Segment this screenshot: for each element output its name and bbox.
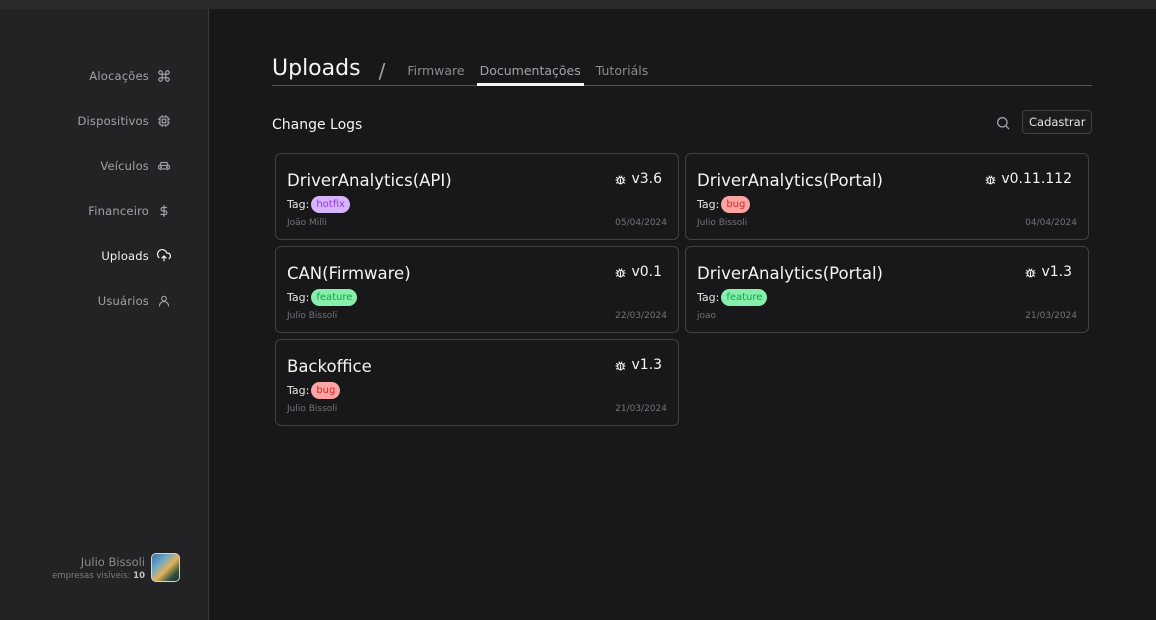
- avatar[interactable]: [151, 553, 180, 582]
- user-name: Julio Bissoli: [80, 554, 145, 569]
- sidebar-nav: Alocações Dispositivos Veículos Financei…: [77, 53, 171, 323]
- card-author: joao: [697, 311, 717, 321]
- dollar-icon: [160, 204, 168, 217]
- card-tag: Tag: bug: [697, 196, 751, 213]
- tag-badge: bug: [721, 196, 751, 213]
- bug-icon: [616, 360, 626, 370]
- breadcrumb-separator: /: [378, 59, 386, 83]
- sidebar-item-label: Dispositivos: [77, 113, 149, 128]
- card-date: 04/04/2024: [1025, 218, 1077, 228]
- card-tag-label: Tag:: [697, 291, 720, 304]
- card-tag-label: Tag:: [697, 198, 720, 211]
- card-title: DriverAnalytics(API): [287, 171, 452, 190]
- tab-firmware[interactable]: Firmware: [404, 63, 467, 86]
- card-author: Julio Bissoli: [697, 218, 748, 228]
- bug-icon: [616, 174, 626, 184]
- changelog-card[interactable]: DriverAnalytics(Portal) v1.3 Tag: featur…: [685, 246, 1089, 333]
- card-title: Backoffice: [287, 357, 372, 376]
- user-companies: empresas visíveis: 10: [52, 571, 145, 581]
- chip-icon: [158, 114, 170, 127]
- card-tag: Tag: feature: [287, 289, 358, 306]
- card-tag: Tag: bug: [287, 382, 341, 399]
- tag-badge: feature: [311, 289, 358, 306]
- bug-icon: [616, 267, 626, 277]
- card-version-text: v3.6: [631, 171, 662, 187]
- card-author: Julio Bissoli: [287, 404, 338, 414]
- tab-documentacoes[interactable]: Documentações: [476, 63, 584, 86]
- card-version-text: v0.1: [631, 264, 662, 280]
- user-profile[interactable]: Julio Bissoli empresas visíveis: 10: [40, 553, 180, 582]
- changelog-cards: DriverAnalytics(API) v3.6 Tag: hotfix Jo…: [275, 153, 1089, 426]
- page-title: Uploads: [272, 56, 361, 81]
- sidebar-item-alocacoes[interactable]: Alocações: [77, 53, 171, 98]
- card-title: DriverAnalytics(Portal): [697, 171, 883, 190]
- card-date: 22/03/2024: [615, 311, 667, 321]
- user-icon: [158, 295, 170, 306]
- card-date: 21/03/2024: [615, 404, 667, 414]
- page-header: Uploads / Firmware Documentações Tutoriá…: [272, 54, 1092, 86]
- section-title: Change Logs: [272, 117, 363, 133]
- bug-icon: [985, 174, 996, 184]
- card-version-text: v0.11.112: [1001, 171, 1072, 187]
- sidebar-item-uploads[interactable]: Uploads: [77, 233, 171, 278]
- user-info: Julio Bissoli empresas visíveis: 10: [52, 555, 145, 581]
- sidebar-item-usuarios[interactable]: Usuários: [77, 278, 171, 323]
- sidebar-item-label: Veículos: [100, 158, 149, 173]
- card-version-text: v1.3: [1041, 264, 1072, 280]
- card-author: Julio Bissoli: [287, 311, 338, 321]
- changelog-card[interactable]: Backoffice v1.3 Tag: bug Julio Bissoli 2…: [275, 339, 679, 426]
- command-icon: [158, 69, 170, 82]
- sidebar-item-label: Uploads: [101, 248, 149, 263]
- card-version: v0.11.112: [984, 171, 1072, 187]
- card-version: v1.3: [1024, 264, 1072, 280]
- card-version: v0.1: [614, 264, 662, 280]
- tag-badge: feature: [721, 289, 768, 306]
- user-companies-count: 10: [133, 570, 145, 581]
- bug-icon: [1026, 267, 1036, 277]
- card-version: v1.3: [614, 357, 662, 373]
- card-tag-label: Tag:: [287, 291, 310, 304]
- sidebar-item-label: Financeiro: [88, 203, 149, 218]
- card-date: 05/04/2024: [615, 218, 667, 228]
- sidebar: Alocações Dispositivos Veículos Financei…: [0, 9, 209, 620]
- card-title: DriverAnalytics(Portal): [697, 264, 883, 283]
- card-tag-label: Tag:: [287, 384, 310, 397]
- top-bar: [0, 0, 1156, 9]
- search-icon[interactable]: [995, 115, 1011, 131]
- user-companies-label: empresas visíveis:: [52, 570, 131, 581]
- card-date: 21/03/2024: [1025, 311, 1077, 321]
- changelog-card[interactable]: CAN(Firmware) v0.1 Tag: feature Julio Bi…: [275, 246, 679, 333]
- tag-badge: bug: [311, 382, 341, 399]
- changelog-card[interactable]: DriverAnalytics(API) v3.6 Tag: hotfix Jo…: [275, 153, 679, 240]
- card-tag: Tag: feature: [697, 289, 768, 306]
- card-author: João Milli: [287, 218, 327, 228]
- card-tag: Tag: hotfix: [287, 196, 350, 213]
- card-tag-label: Tag:: [287, 198, 310, 211]
- changelog-card[interactable]: DriverAnalytics(Portal) v0.11.112 Tag: b…: [685, 153, 1089, 240]
- cloud-upload-icon: [157, 248, 171, 261]
- sidebar-item-dispositivos[interactable]: Dispositivos: [77, 98, 171, 143]
- add-changelog-button[interactable]: Cadastrar: [1022, 110, 1093, 134]
- tag-badge: hotfix: [311, 196, 350, 213]
- sidebar-item-label: Alocações: [89, 68, 149, 83]
- sidebar-item-veiculos[interactable]: Veículos: [77, 143, 171, 188]
- card-version-text: v1.3: [631, 357, 662, 373]
- card-title: CAN(Firmware): [287, 264, 411, 283]
- card-version: v3.6: [614, 171, 662, 187]
- car-icon: [158, 161, 170, 170]
- sidebar-item-financeiro[interactable]: Financeiro: [77, 188, 171, 233]
- sidebar-item-label: Usuários: [97, 293, 149, 308]
- tab-tutoriais[interactable]: Tutoriáls: [593, 63, 651, 86]
